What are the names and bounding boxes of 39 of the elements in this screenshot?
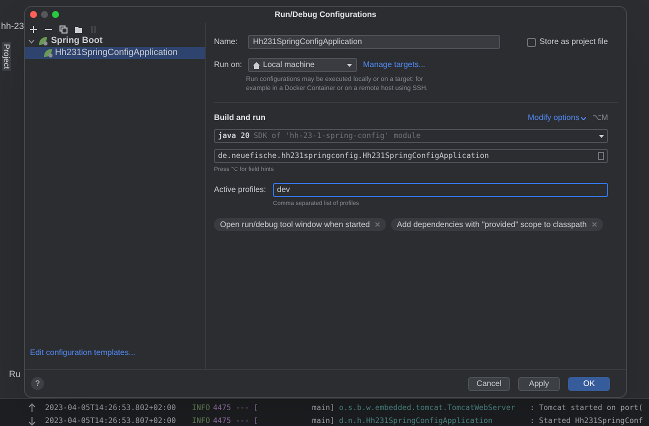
name-field[interactable]: Hh231SpringConfigApplication [248, 35, 500, 49]
option-chip[interactable]: Open run/debug tool window when started [214, 218, 386, 231]
add-icon[interactable] [29, 24, 38, 34]
copy-icon[interactable] [59, 24, 68, 34]
project-tab[interactable]: Project [2, 42, 10, 70]
manage-targets-link[interactable]: Manage targets... [363, 59, 426, 71]
run-on-dropdown[interactable]: Local machine [248, 58, 357, 72]
edit-templates-link[interactable]: Edit configuration templates... [25, 347, 205, 359]
leaf-icon [38, 36, 48, 46]
leaf-icon [43, 48, 53, 58]
dialog-button[interactable]: Cancel [468, 376, 510, 390]
tree-item[interactable]: Hh231SpringConfigApplication [25, 47, 205, 59]
option-chip[interactable]: Add dependencies with "provided" scope to classpath [390, 218, 603, 231]
up-arrow-icon[interactable] [28, 403, 36, 413]
house-icon [253, 62, 260, 68]
chevron-icon [581, 116, 586, 120]
browse-icon[interactable] [598, 152, 604, 160]
profiles-label: Active profiles: [214, 184, 268, 196]
shortcut-hint: ⌥M [592, 112, 608, 124]
modify-options-link[interactable]: Modify options [528, 112, 586, 124]
profiles-field[interactable]: dev [273, 183, 608, 197]
close-icon[interactable] [374, 222, 380, 227]
tree-item[interactable]: Spring Boot [25, 35, 205, 47]
chevron-icon[interactable] [28, 38, 35, 44]
name-label: Name: [214, 36, 239, 48]
section-title: Build and run [214, 112, 266, 124]
down-arrow-icon[interactable] [28, 416, 36, 426]
dialog-button[interactable]: Apply [518, 376, 560, 390]
run-on-label: Run on: [214, 59, 244, 71]
window-title: Run/Debug Configurations [274, 9, 376, 21]
project-name: hh-23 [1, 20, 24, 33]
help-button[interactable]: ? [31, 377, 44, 390]
store-label: Store as project file [540, 36, 608, 48]
dropdown-arrow-icon [347, 64, 352, 66]
ok-button[interactable]: OK [568, 376, 610, 390]
run-panel-title: Ru [9, 368, 21, 381]
dropdown-arrow-icon [599, 134, 604, 138]
close-icon[interactable] [592, 222, 597, 227]
checkbox[interactable] [526, 38, 536, 46]
